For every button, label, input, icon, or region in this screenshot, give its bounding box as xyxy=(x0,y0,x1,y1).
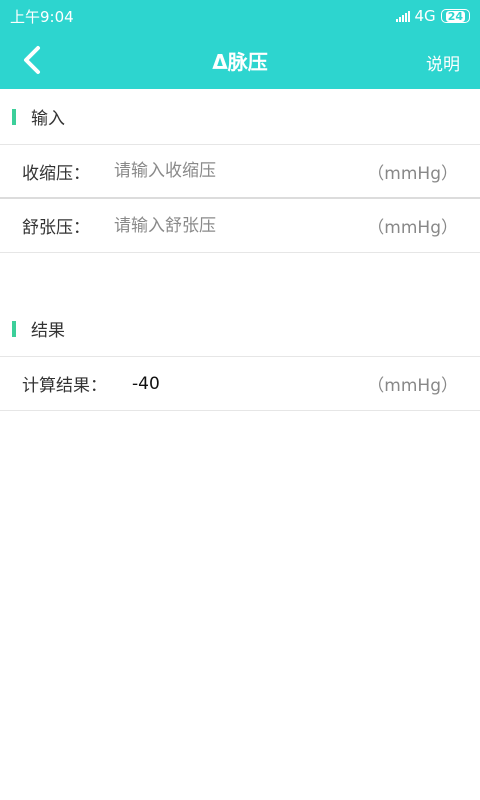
diastolic-unit: （mmHg） xyxy=(367,218,458,238)
signal-icon xyxy=(395,10,410,22)
result-value: -40 xyxy=(132,373,160,394)
systolic-input[interactable] xyxy=(114,161,368,181)
systolic-unit: （mmHg） xyxy=(367,163,458,184)
app-header: Δ脉压 说明 xyxy=(0,32,480,89)
result-unit: （mmHg） xyxy=(367,376,458,396)
chevron-left-icon xyxy=(24,46,40,74)
section-input-title: 输入 xyxy=(31,109,65,129)
diastolic-label: 舒张压： xyxy=(22,218,90,238)
status-icons: 4G 24 xyxy=(395,7,470,25)
result-row: 计算结果： -40 （mmHg） xyxy=(0,357,480,411)
diastolic-row: 舒张压： （mmHg） xyxy=(0,199,480,253)
battery-icon: 24 xyxy=(440,9,470,23)
help-button[interactable]: 说明 xyxy=(426,50,460,75)
network-label: 4G xyxy=(414,7,436,25)
section-result-title: 结果 xyxy=(31,321,65,341)
status-bar: 上午9:04 4G 24 xyxy=(0,0,480,32)
systolic-label: 收缩压： xyxy=(22,163,90,184)
battery-level: 24 xyxy=(445,9,465,23)
systolic-row: 收缩压： （mmHg） xyxy=(0,145,480,199)
section-marker xyxy=(12,108,16,125)
section-result-header: 结果 xyxy=(0,301,480,357)
page-title: Δ脉压 xyxy=(212,50,268,74)
back-button[interactable] xyxy=(14,42,50,78)
section-input-header: 输入 xyxy=(0,89,480,145)
diastolic-input[interactable] xyxy=(114,215,368,236)
result-label: 计算结果： xyxy=(22,376,107,396)
status-time: 上午9:04 xyxy=(10,7,74,26)
section-marker xyxy=(12,320,16,337)
